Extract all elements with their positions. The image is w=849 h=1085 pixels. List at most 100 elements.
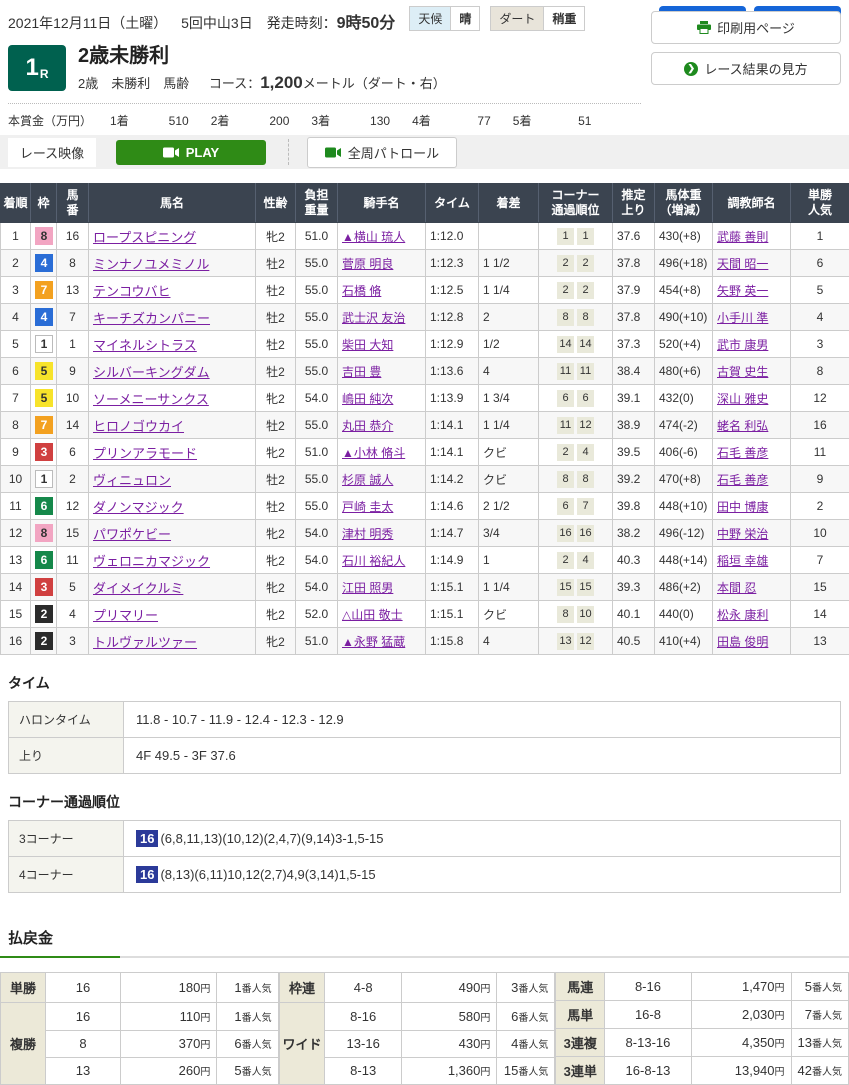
payout-favorite-rank: 13番人気 bbox=[791, 1029, 848, 1057]
corner-positions: 22 bbox=[539, 277, 613, 304]
jockey-link[interactable]: ▲小林 脩斗 bbox=[342, 446, 405, 460]
condition-boxes: 天候 晴 ダート 稍重 bbox=[409, 6, 595, 31]
horse-name-link[interactable]: プリンアラモード bbox=[93, 446, 197, 461]
patrol-video-button[interactable]: 全周パトロール bbox=[307, 137, 457, 168]
trainer-link[interactable]: 蛯名 利弘 bbox=[717, 419, 768, 433]
horse-name-link[interactable]: ソーメニーサンクス bbox=[93, 392, 209, 407]
corner-positions: 11 bbox=[539, 223, 613, 250]
race-date: 2021年12月11日（土曜） bbox=[8, 15, 167, 31]
jockey-link[interactable]: 石橋 脩 bbox=[342, 284, 381, 298]
margin: クビ bbox=[479, 466, 539, 493]
trainer-cell: 松永 康利 bbox=[713, 601, 791, 628]
jockey-link[interactable]: 吉田 豊 bbox=[342, 365, 381, 379]
trainer-link[interactable]: 天間 昭一 bbox=[717, 257, 768, 271]
jockey-link[interactable]: 柴田 大知 bbox=[342, 338, 393, 352]
horse-name-link[interactable]: パワポケビー bbox=[93, 527, 171, 542]
corner-positions: 67 bbox=[539, 493, 613, 520]
horse-name-cell: キーチズカンパニー bbox=[89, 304, 256, 331]
results-column-header: 調教師名 bbox=[713, 184, 791, 223]
payout-amount: 490円 bbox=[401, 973, 496, 1003]
jockey-link[interactable]: 丸田 恭介 bbox=[342, 419, 393, 433]
trainer-link[interactable]: 石毛 善彦 bbox=[717, 473, 768, 487]
trainer-link[interactable]: 矢野 英一 bbox=[717, 284, 768, 298]
payout-favorite-rank: 15番人気 bbox=[497, 1057, 555, 1084]
payout-amount: 180円 bbox=[120, 973, 217, 1003]
horse-name-link[interactable]: ヴィニュロン bbox=[93, 473, 171, 488]
horse-name-link[interactable]: テンコウバヒ bbox=[93, 284, 170, 299]
corner-position-box: 16 bbox=[577, 525, 594, 542]
frame-number-box: 7 bbox=[35, 416, 53, 434]
trainer-cell: 天間 昭一 bbox=[713, 250, 791, 277]
carried-weight: 55.0 bbox=[296, 304, 338, 331]
bet-type-label: 馬単 bbox=[556, 1001, 605, 1029]
frame-number: 4 bbox=[31, 304, 57, 331]
last-3f-time: 40.5 bbox=[613, 628, 655, 655]
margin: 4 bbox=[479, 628, 539, 655]
carried-weight: 54.0 bbox=[296, 385, 338, 412]
jockey-link[interactable]: ▲横山 琉人 bbox=[342, 230, 405, 244]
trainer-link[interactable]: 小手川 準 bbox=[717, 311, 768, 325]
margin: 1 bbox=[479, 547, 539, 574]
jockey-link[interactable]: 嶋田 純次 bbox=[342, 392, 393, 406]
horse-name-cell: ミンナノユメミノル bbox=[89, 250, 256, 277]
finish-position: 11 bbox=[1, 493, 31, 520]
finish-position: 9 bbox=[1, 439, 31, 466]
carried-weight: 51.0 bbox=[296, 439, 338, 466]
trainer-link[interactable]: 深山 雅史 bbox=[717, 392, 768, 406]
trainer-link[interactable]: 稲垣 幸雄 bbox=[717, 554, 768, 568]
horse-name-link[interactable]: シルバーキングダム bbox=[93, 365, 210, 380]
trainer-link[interactable]: 武藤 善則 bbox=[717, 230, 768, 244]
horse-number: 16 bbox=[57, 223, 89, 250]
horse-name-link[interactable]: トルヴァルツァー bbox=[93, 635, 197, 650]
jockey-link[interactable]: 杉原 誠人 bbox=[342, 473, 393, 487]
trainer-link[interactable]: 古賀 史生 bbox=[717, 365, 768, 379]
horse-name-link[interactable]: キーチズカンパニー bbox=[93, 311, 210, 326]
payout-table: 単勝16180円1番人気複勝16110円1番人気8370円6番人気13260円5… bbox=[0, 972, 279, 1085]
win-favorite-rank: 12 bbox=[791, 385, 849, 412]
horse-name-link[interactable]: ヴェロニカマジック bbox=[93, 554, 210, 569]
print-page-button[interactable]: 印刷用ページ bbox=[651, 11, 841, 44]
payout-combination: 13 bbox=[46, 1057, 121, 1084]
race-conditions: 2歳 未勝利 馬齢 コース：1,200メートル（ダート・右） bbox=[78, 73, 446, 93]
finish-time: 1:14.6 bbox=[426, 493, 479, 520]
track-label: ダート bbox=[491, 7, 544, 30]
trainer-link[interactable]: 中野 栄治 bbox=[717, 527, 768, 541]
results-column-header: 着順 bbox=[1, 184, 31, 223]
horse-name-link[interactable]: ダイメイクルミ bbox=[93, 581, 183, 596]
trainer-link[interactable]: 松永 康利 bbox=[717, 608, 768, 622]
jockey-link[interactable]: 戸崎 圭太 bbox=[342, 500, 393, 514]
jockey-link[interactable]: 津村 明秀 bbox=[342, 527, 393, 541]
jockey-link[interactable]: ▲永野 猛蔵 bbox=[342, 635, 405, 649]
trainer-link[interactable]: 本間 忍 bbox=[717, 581, 756, 595]
horse-name-link[interactable]: ロープスピニング bbox=[93, 230, 196, 245]
trainer-cell: 田島 俊明 bbox=[713, 628, 791, 655]
horse-number: 2 bbox=[57, 466, 89, 493]
horse-name-link[interactable]: プリマリー bbox=[93, 608, 158, 623]
frame-number: 1 bbox=[31, 331, 57, 358]
margin: 4 bbox=[479, 358, 539, 385]
weather-value: 晴 bbox=[451, 7, 479, 30]
result-row: 659シルバーキングダム牡255.0吉田 豊1:13.64111138.4480… bbox=[1, 358, 849, 385]
corner-position-box: 8 bbox=[557, 309, 574, 326]
horse-name-link[interactable]: ダノンマジック bbox=[93, 500, 184, 515]
corner-positions: 1111 bbox=[539, 358, 613, 385]
jockey-link[interactable]: △山田 敬士 bbox=[342, 608, 403, 622]
horse-name-link[interactable]: マイネルシトラス bbox=[93, 338, 197, 353]
horse-name-link[interactable]: ミンナノユメミノル bbox=[93, 257, 209, 272]
corner-position-box: 4 bbox=[577, 444, 594, 461]
last-3f-time: 40.3 bbox=[613, 547, 655, 574]
results-guide-button[interactable]: ❯ レース結果の見方 bbox=[651, 52, 841, 85]
play-button[interactable]: PLAY bbox=[116, 140, 266, 165]
trainer-link[interactable]: 田中 博康 bbox=[717, 500, 768, 514]
trainer-link[interactable]: 武市 康男 bbox=[717, 338, 768, 352]
horse-name-link[interactable]: ヒロノゴウカイ bbox=[93, 419, 184, 434]
jockey-link[interactable]: 石川 裕紀人 bbox=[342, 554, 405, 568]
trainer-link[interactable]: 田島 俊明 bbox=[717, 635, 768, 649]
jockey-link[interactable]: 江田 照男 bbox=[342, 581, 393, 595]
jockey-link[interactable]: 武士沢 友治 bbox=[342, 311, 405, 325]
trainer-cell: 矢野 英一 bbox=[713, 277, 791, 304]
result-row: 11612ダノンマジック牡255.0戸崎 圭太1:14.62 1/26739.8… bbox=[1, 493, 849, 520]
yen-unit: 円 bbox=[480, 1013, 490, 1024]
jockey-link[interactable]: 菅原 明良 bbox=[342, 257, 393, 271]
trainer-link[interactable]: 石毛 善彦 bbox=[717, 446, 768, 460]
